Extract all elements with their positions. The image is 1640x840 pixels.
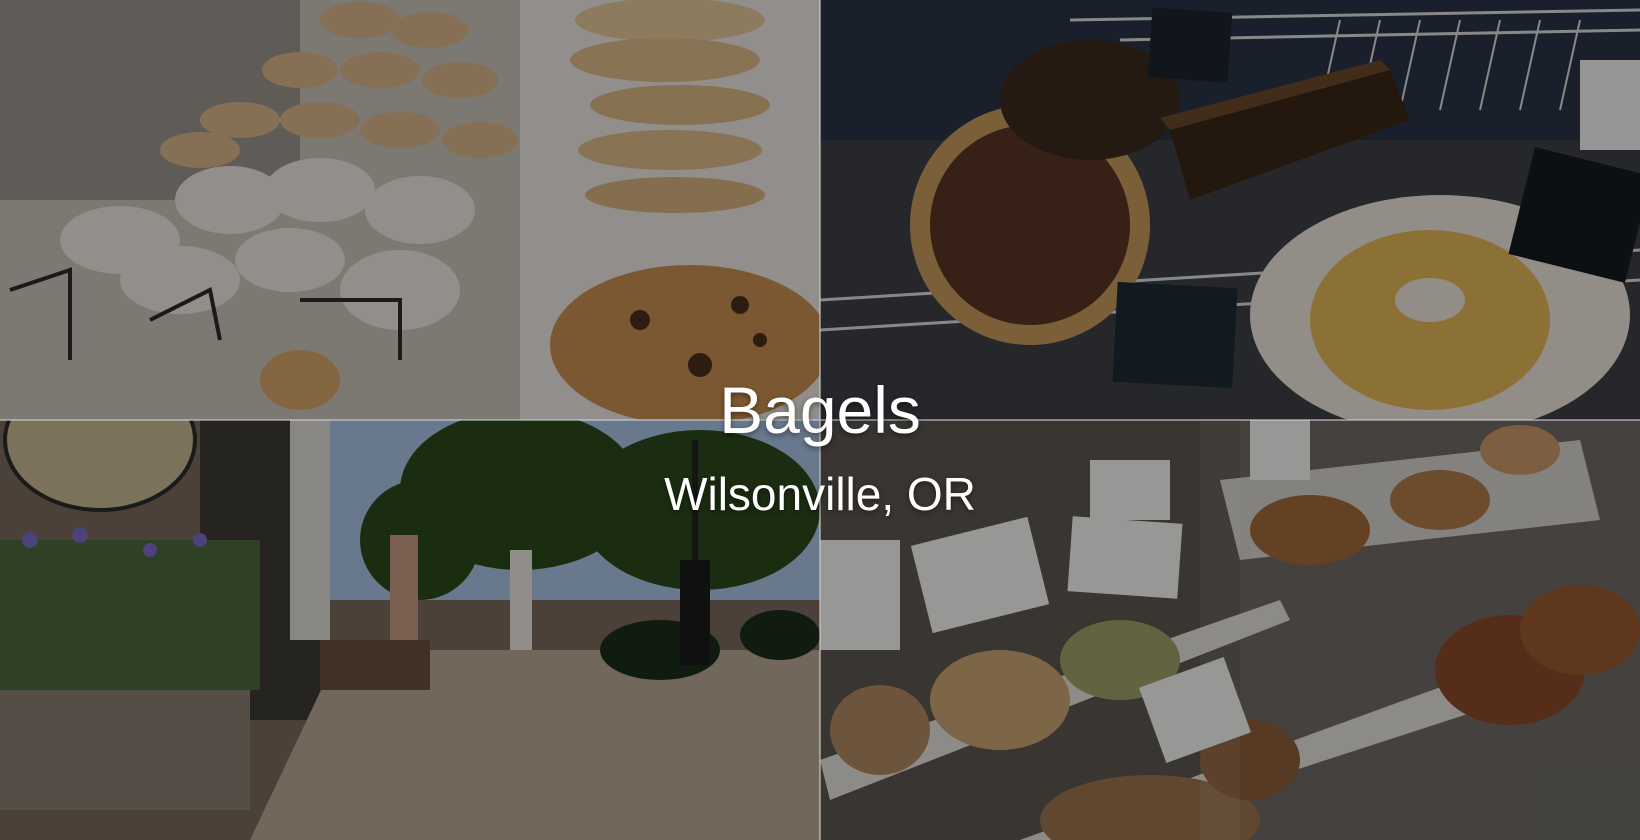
hero-subtitle: Wilsonville, OR: [664, 468, 976, 520]
hero-title: Bagels: [719, 373, 921, 447]
hero-text: Bagels Wilsonville, OR: [0, 370, 1640, 524]
hero-banner: Bagels Wilsonville, OR: [0, 0, 1640, 840]
